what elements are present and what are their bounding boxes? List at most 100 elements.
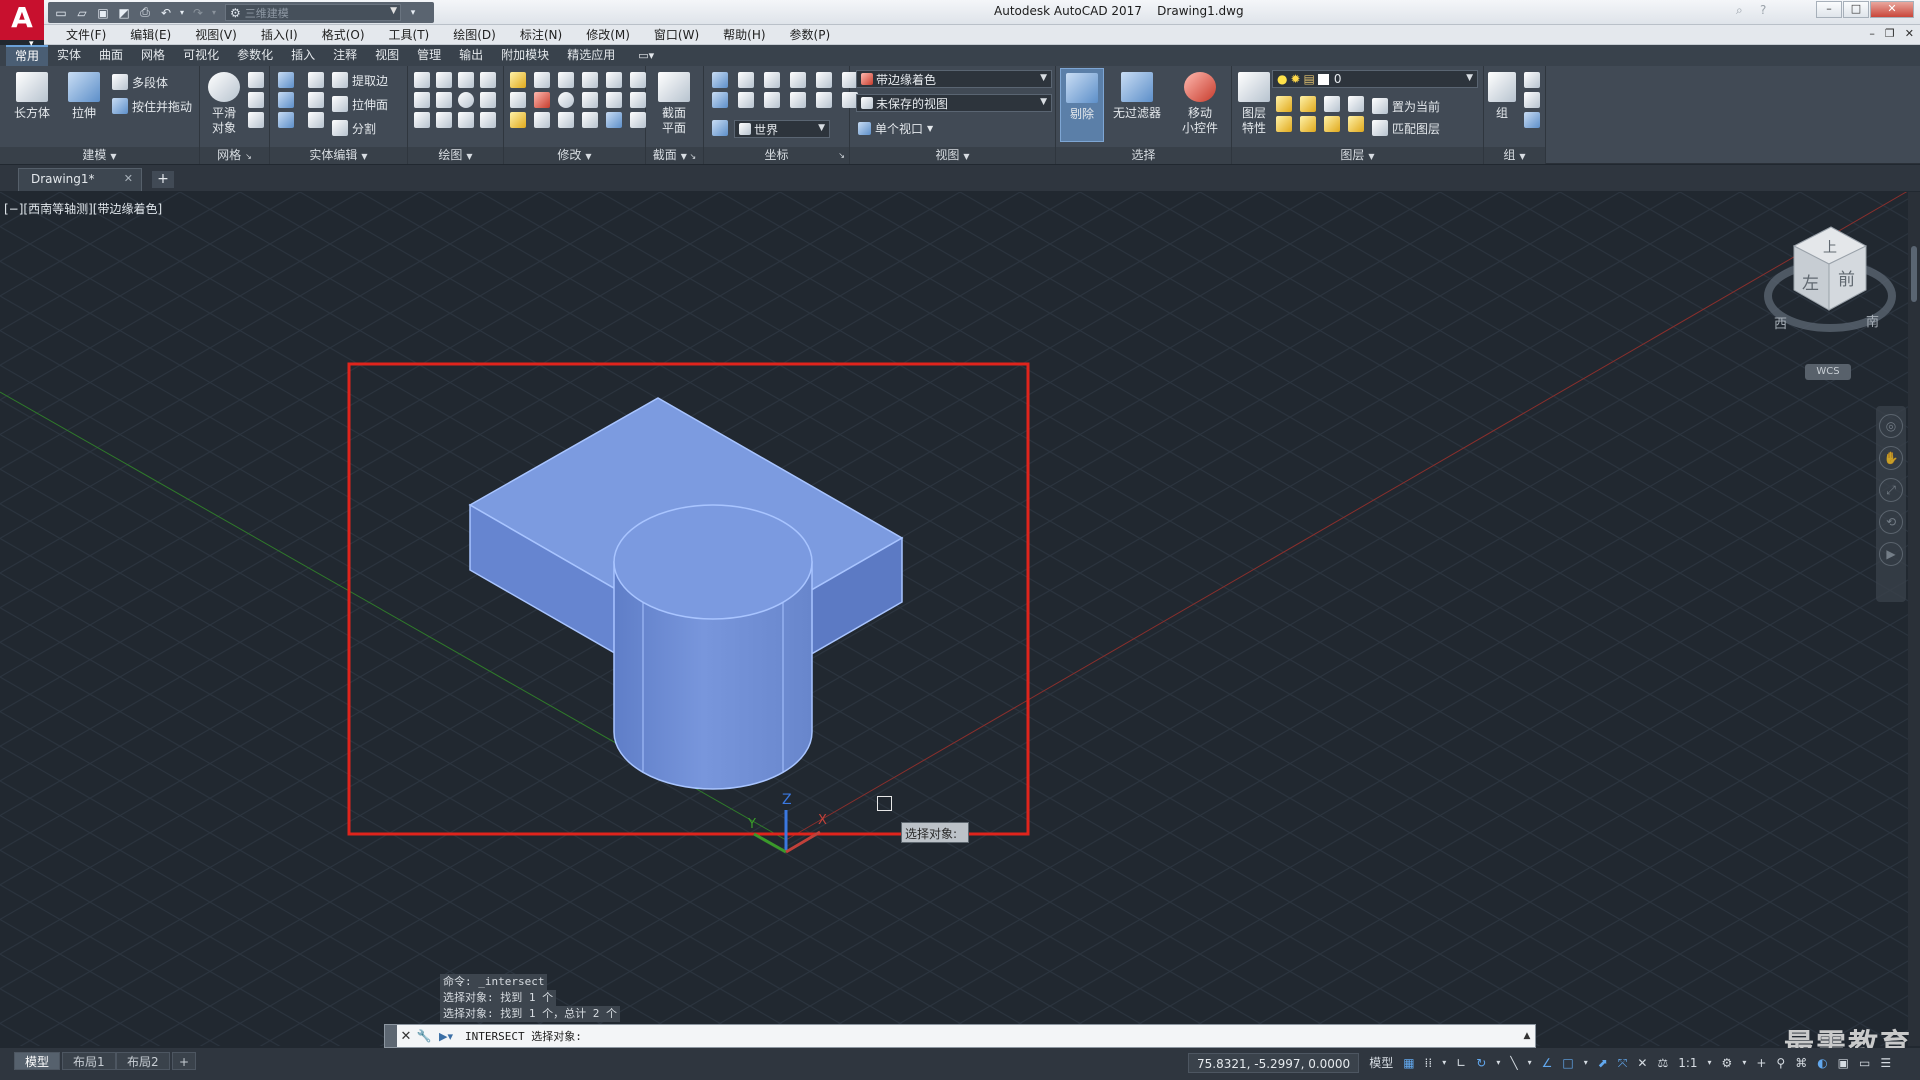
annotation-monitor-icon[interactable]: + xyxy=(1752,1053,1770,1073)
rotate-3d-icon[interactable] xyxy=(582,72,598,88)
move-icon[interactable] xyxy=(558,72,574,88)
trim-icon[interactable] xyxy=(510,72,526,88)
tab-manage[interactable]: 管理 xyxy=(408,45,450,66)
taper-icon[interactable] xyxy=(308,92,324,108)
menu-file[interactable]: 文件(F) xyxy=(54,26,118,43)
layer-select[interactable]: ● ✹ ▤ 0 ▼ xyxy=(1272,70,1478,88)
draw-more2-icon[interactable] xyxy=(480,92,496,108)
doc-minimize-icon[interactable]: – xyxy=(1869,27,1875,40)
snap-icon[interactable]: ⁞⁞ xyxy=(1421,1053,1437,1073)
drawing-viewport[interactable]: Z Y X 上 左 前 西 南 [−][西南等轴测][带边缘着色] WCS ◎ … xyxy=(0,192,1920,1046)
object-snap-dropdown-icon[interactable]: ▾ xyxy=(1580,1053,1592,1073)
group-selection-icon[interactable] xyxy=(1524,112,1540,128)
extrude-faces-button[interactable]: 拉伸面 xyxy=(332,94,388,114)
new-tab-button[interactable]: + xyxy=(152,171,174,188)
tab-annotate[interactable]: 注释 xyxy=(324,45,366,66)
ucs-y-icon[interactable] xyxy=(764,92,780,108)
model-space-toggle[interactable]: 模型 xyxy=(1365,1053,1397,1073)
polyline-tool-icon[interactable] xyxy=(436,72,452,88)
modify-more2-icon[interactable] xyxy=(630,92,646,108)
ucs-icon[interactable] xyxy=(712,72,728,88)
units-icon[interactable]: ⚲ xyxy=(1772,1053,1789,1073)
workspace-dropdown-icon[interactable]: ▾ xyxy=(1738,1053,1750,1073)
layer-lock-icon[interactable] xyxy=(1348,96,1364,112)
wrench-icon[interactable]: 🔧 xyxy=(415,1029,433,1043)
tab-solid[interactable]: 实体 xyxy=(48,45,90,66)
fillet-edge-icon[interactable] xyxy=(308,72,324,88)
tab-home[interactable]: 常用 xyxy=(6,45,49,66)
tab-surface[interactable]: 曲面 xyxy=(90,45,132,66)
panel-title-groups[interactable]: 组 ▼ xyxy=(1484,147,1545,164)
panel-title-mesh[interactable]: 网格 ↘ xyxy=(200,147,269,164)
tab-featured-apps[interactable]: 精选应用 xyxy=(558,45,624,66)
section-plane-button[interactable]: 截面 平面 xyxy=(652,72,696,136)
application-menu-button[interactable]: A ▾ xyxy=(0,0,44,49)
close-button[interactable]: ✕ xyxy=(1870,1,1914,18)
command-prompt-input[interactable]: INTERSECT 选择对象: xyxy=(459,1028,1519,1044)
print-icon[interactable]: ⎙ xyxy=(136,4,154,21)
smooth-more-icon[interactable] xyxy=(248,72,264,88)
ucs-face-icon[interactable] xyxy=(816,92,832,108)
quick-properties-icon[interactable]: ⌘ xyxy=(1791,1053,1811,1073)
no-filter-button[interactable]: 无过滤器 xyxy=(1106,72,1168,121)
union-icon[interactable] xyxy=(278,72,294,88)
move-gizmo-button[interactable]: 移动 小控件 xyxy=(1172,72,1228,136)
match-layer-button[interactable]: 匹配图层 xyxy=(1372,118,1440,138)
layer-on-icon[interactable] xyxy=(1276,116,1292,132)
workspace-switch-icon[interactable]: ⚙ xyxy=(1718,1053,1737,1073)
extract-edges-button[interactable]: 提取边 xyxy=(332,70,388,90)
make-current-button[interactable]: 置为当前 xyxy=(1372,96,1440,116)
fillet-icon[interactable] xyxy=(510,92,526,108)
subtract-icon[interactable] xyxy=(278,92,294,108)
ucs-origin-icon[interactable] xyxy=(790,72,806,88)
culling-button[interactable]: 剔除 xyxy=(1060,68,1104,142)
isodraft-icon[interactable]: ╲ xyxy=(1506,1053,1521,1073)
rectangular-array-icon[interactable] xyxy=(606,112,622,128)
ucs-view-icon[interactable] xyxy=(816,72,832,88)
panel-title-coordinates[interactable]: 坐标 ↘ xyxy=(704,147,849,164)
polar-icon[interactable]: ↻ xyxy=(1472,1053,1490,1073)
layer-isolate-icon[interactable] xyxy=(1300,96,1316,112)
visual-style-select[interactable]: 带边缘着色 ▼ xyxy=(856,70,1052,88)
help-icon[interactable]: ? xyxy=(1760,3,1766,17)
recent-commands-icon[interactable]: ▶▾ xyxy=(433,1030,459,1043)
menu-format[interactable]: 格式(O) xyxy=(310,26,377,43)
explode-icon[interactable] xyxy=(582,112,598,128)
viewport-scrollbar[interactable] xyxy=(1908,192,1920,1046)
refine-mesh-icon[interactable] xyxy=(248,112,264,128)
menu-window[interactable]: 窗口(W) xyxy=(642,26,711,43)
search-icon[interactable]: ⌕ xyxy=(1736,3,1743,18)
offset-icon[interactable] xyxy=(558,92,574,108)
presspull-button[interactable]: 按住并拖动 xyxy=(112,96,192,116)
menu-help[interactable]: 帮助(H) xyxy=(711,26,777,43)
menu-edit[interactable]: 编辑(E) xyxy=(118,26,183,43)
open-file-icon[interactable]: ▱ xyxy=(73,4,91,21)
stretch-icon[interactable] xyxy=(558,112,574,128)
box-button[interactable]: 长方体 xyxy=(10,72,54,121)
panel-title-solid-editing[interactable]: 实体编辑 ▼ xyxy=(270,147,407,164)
polysolid-button[interactable]: 多段体 xyxy=(112,72,168,92)
redo-icon[interactable]: ↷ xyxy=(189,4,207,21)
orbit-icon[interactable]: ⟲ xyxy=(1879,510,1903,534)
tab-mesh[interactable]: 网格 xyxy=(132,45,174,66)
polar-dropdown-icon[interactable]: ▾ xyxy=(1492,1053,1504,1073)
group-button[interactable]: 组 xyxy=(1484,72,1520,121)
draw-more-icon[interactable] xyxy=(480,72,496,88)
chevron-up-icon[interactable]: ▲ xyxy=(1519,1031,1535,1041)
layer-thaw-icon[interactable] xyxy=(1324,116,1340,132)
save-as-icon[interactable]: ◩ xyxy=(115,4,133,21)
layer-unlock-icon[interactable] xyxy=(1348,116,1364,132)
ucs-world-select[interactable]: 世界 ▼ xyxy=(734,120,830,138)
command-line-grip[interactable] xyxy=(385,1025,397,1047)
clean-screen-icon[interactable]: ▭ xyxy=(1855,1053,1874,1073)
move-3d-icon[interactable] xyxy=(534,72,550,88)
slice-icon[interactable] xyxy=(308,112,324,128)
circle-tool-icon[interactable] xyxy=(458,92,474,108)
menu-view[interactable]: 视图(V) xyxy=(183,26,249,43)
close-icon[interactable]: ✕ xyxy=(397,1029,415,1044)
erase-icon[interactable] xyxy=(510,112,526,128)
auto-scale-icon[interactable]: ⚖ xyxy=(1653,1053,1672,1073)
close-icon[interactable]: ✕ xyxy=(124,172,133,185)
menu-modify[interactable]: 修改(M) xyxy=(574,26,642,43)
undo-icon[interactable]: ↶ xyxy=(157,4,175,21)
